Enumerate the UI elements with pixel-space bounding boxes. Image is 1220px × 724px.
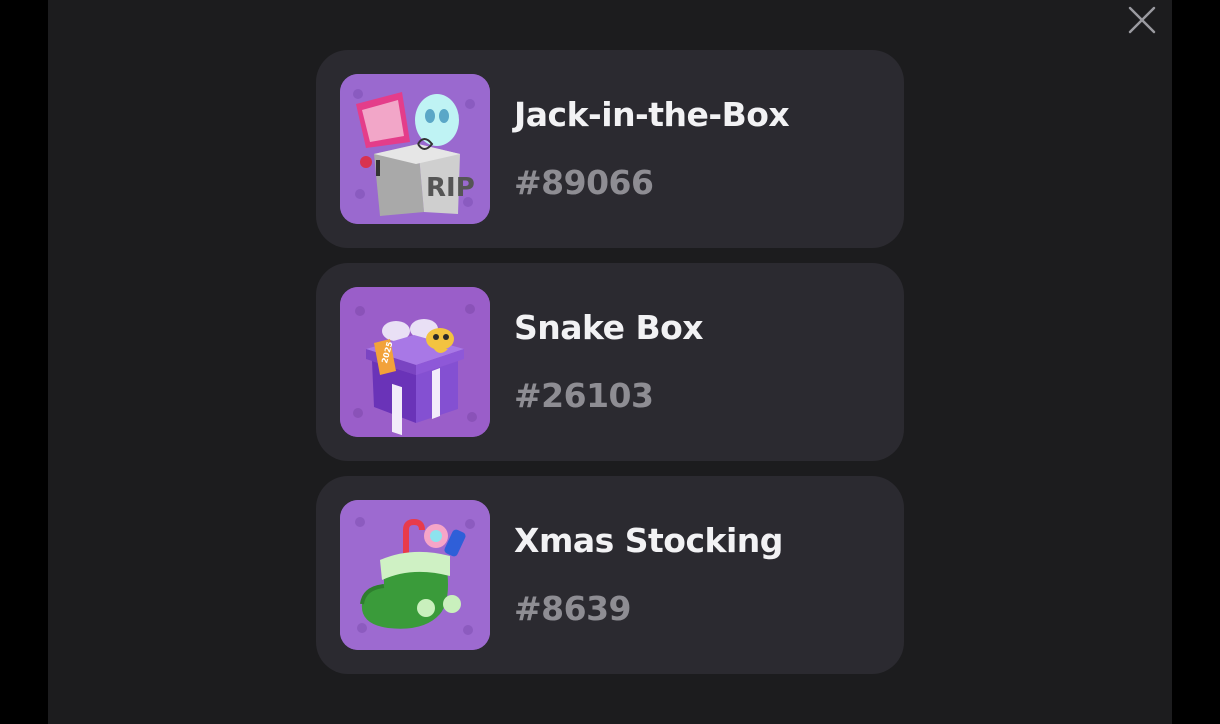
item-card-snake-box[interactable]: 2025 Snake Box #26103	[316, 263, 904, 461]
svg-text:RIP: RIP	[426, 173, 475, 203]
item-id: #26103	[514, 376, 654, 415]
inventory-modal: RIP Jack-in-the-Box #89066 2025 Snake Bo…	[48, 0, 1172, 724]
close-icon	[1128, 6, 1156, 34]
item-thumbnail: 2025	[340, 287, 490, 437]
jack-in-the-box-icon: RIP	[340, 74, 490, 224]
close-button[interactable]	[1124, 4, 1160, 36]
item-thumbnail	[340, 500, 490, 650]
item-info: Snake Box #26103	[514, 308, 704, 416]
item-name: Jack-in-the-Box	[514, 95, 790, 134]
item-thumbnail: RIP	[340, 74, 490, 224]
item-id: #8639	[514, 589, 631, 628]
item-name: Xmas Stocking	[514, 521, 783, 560]
item-name: Snake Box	[514, 308, 704, 347]
item-card-xmas-stocking[interactable]: Xmas Stocking #8639	[316, 476, 904, 674]
item-info: Xmas Stocking #8639	[514, 521, 783, 629]
item-info: Jack-in-the-Box #89066	[514, 95, 790, 203]
item-id: #89066	[514, 163, 654, 202]
snake-box-icon: 2025	[340, 287, 490, 437]
item-list: RIP Jack-in-the-Box #89066 2025 Snake Bo…	[316, 50, 904, 689]
xmas-stocking-icon	[340, 500, 490, 650]
item-card-jack-in-the-box[interactable]: RIP Jack-in-the-Box #89066	[316, 50, 904, 248]
